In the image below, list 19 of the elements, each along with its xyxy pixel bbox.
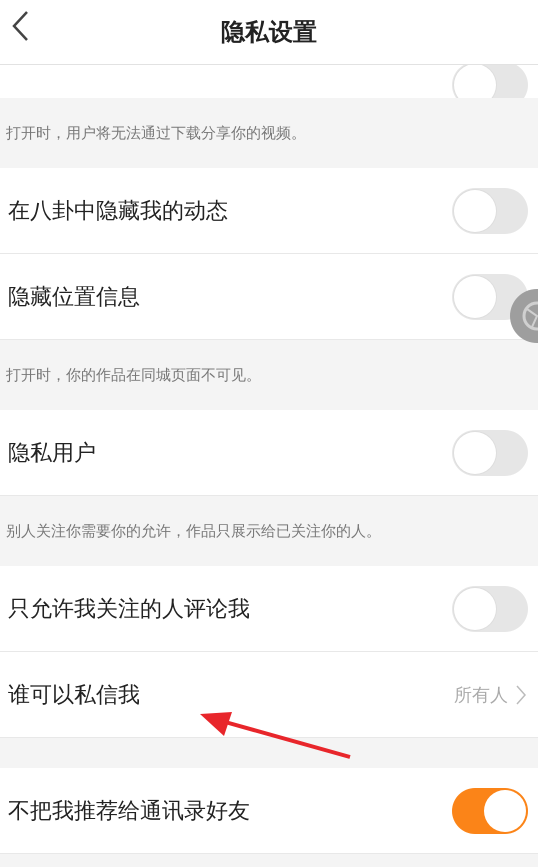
hint-text: 打开时，你的作品在同城页面不可见。 xyxy=(6,366,261,384)
setting-label: 谁可以私信我 xyxy=(8,682,141,710)
hint-text: 打开时，用户将无法通过下载分享你的视频。 xyxy=(6,124,306,142)
hint-text: 别人关注你需要你的允许，作品只展示给已关注你的人。 xyxy=(6,522,381,540)
chevron-right-icon[interactable] xyxy=(516,684,526,704)
floating-shortcut-menu[interactable] xyxy=(510,289,538,343)
setting-value[interactable]: 所有人 xyxy=(454,682,508,706)
toggle-switch[interactable] xyxy=(452,430,528,476)
toggle-switch[interactable] xyxy=(452,586,528,632)
setting-label: 不把我推荐给通讯录好友 xyxy=(8,798,251,826)
toggle-switch[interactable] xyxy=(452,788,528,834)
setting-label: 隐私用户 xyxy=(8,440,97,468)
toggle-switch[interactable] xyxy=(452,188,528,234)
toggle-switch[interactable] xyxy=(452,65,528,98)
back-icon[interactable] xyxy=(11,10,29,42)
setting-label: 隐藏位置信息 xyxy=(8,284,141,312)
setting-label: 只允许我关注的人评论我 xyxy=(8,596,251,624)
page-title: 隐私设置 xyxy=(221,17,317,48)
setting-label: 在八卦中隐藏我的动态 xyxy=(8,198,229,226)
